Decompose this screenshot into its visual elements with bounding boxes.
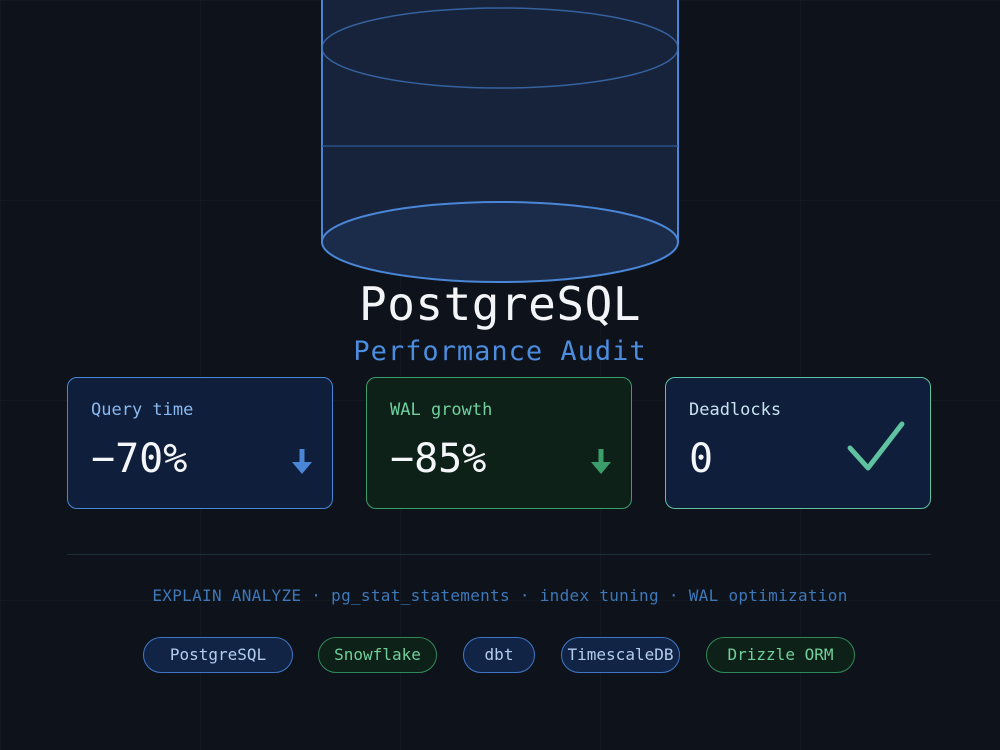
metric-card-query-time: Query time −70% [67, 377, 333, 509]
arrow-down-icon [292, 449, 312, 474]
tag-dbt: dbt [463, 637, 535, 673]
tag-postgresql: PostgreSQL [143, 637, 293, 673]
page-title: PostgreSQL [359, 277, 641, 331]
metric-value: −85% [390, 436, 487, 482]
metric-card-deadlocks: Deadlocks 0 [665, 377, 931, 509]
page-subtitle: Performance Audit [353, 336, 647, 367]
technique-list: EXPLAIN ANALYZE · pg_stat_statements · i… [152, 586, 848, 605]
metric-label: WAL growth [390, 400, 493, 420]
metric-value: −70% [91, 436, 188, 482]
metric-label: Query time [91, 400, 194, 420]
metric-card-wal-growth: WAL growth −85% [366, 377, 632, 509]
section-divider [67, 554, 931, 555]
arrow-down-icon [591, 449, 611, 474]
database-cylinder-icon [321, 0, 679, 283]
metric-value: 0 [689, 436, 714, 482]
tag-timescaledb: TimescaleDB [561, 637, 680, 673]
tag-snowflake: Snowflake [318, 637, 437, 673]
metric-label: Deadlocks [689, 400, 782, 420]
tag-drizzle-orm: Drizzle ORM [706, 637, 855, 673]
checkmark-icon [847, 421, 905, 471]
